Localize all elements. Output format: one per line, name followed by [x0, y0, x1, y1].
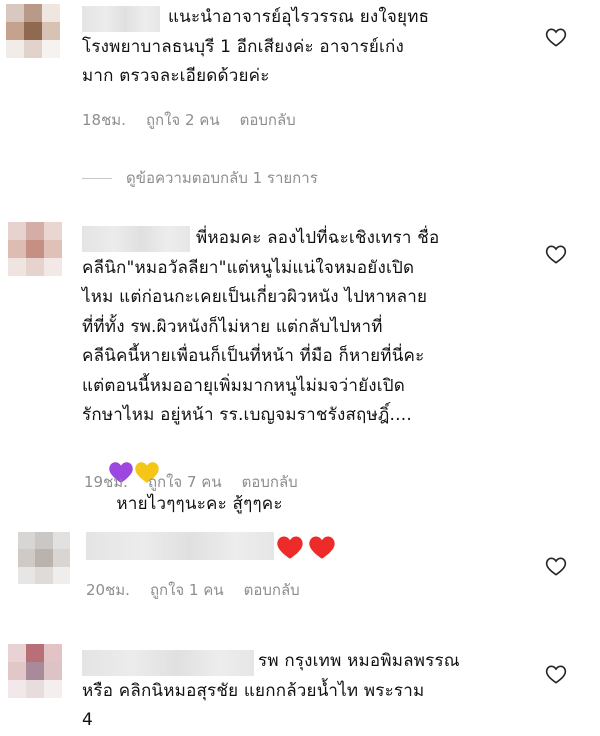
comment-text: พี่หอมคะ ลองไปที่ฉะเชิงเทรา ชื่อ คลีนิก"… — [82, 228, 440, 425]
comment-text: รพ กรุงเทพ หมอพิมลพรรณ หรือ คลิกนิหมอสุร… — [82, 651, 460, 730]
timestamp: 19ชม. — [84, 473, 128, 491]
avatar[interactable] — [8, 222, 62, 276]
reply-button[interactable]: ตอบกลับ — [244, 581, 300, 599]
like-heart-icon[interactable] — [545, 664, 569, 686]
likes-count[interactable]: ถูกใจ 2 คน — [146, 111, 220, 129]
reply-button[interactable]: ตอบกลับ — [240, 111, 296, 129]
reply-button[interactable]: ตอบกลับ — [242, 473, 298, 491]
comment-text-continued: หายไวๆๆนะคะ สู้ๆๆคะ — [116, 494, 283, 514]
likes-count[interactable]: ถูกใจ 7 คน — [148, 473, 222, 491]
comment-emoji-hearts — [276, 534, 336, 560]
red-heart-emoji — [309, 536, 335, 559]
comment-meta: 19ชม. ถูกใจ 7 คน ตอบกลับ — [84, 470, 318, 494]
timestamp: 20ชม. — [86, 581, 130, 599]
username-blurred[interactable] — [86, 532, 274, 560]
like-heart-icon[interactable] — [545, 244, 569, 266]
comment-meta: 20ชม. ถูกใจ 1 คน ตอบกลับ — [86, 578, 320, 602]
divider-line — [82, 177, 112, 179]
avatar[interactable] — [18, 532, 70, 584]
view-replies-button[interactable]: ดูข้อความตอบกลับ 1 รายการ — [82, 166, 318, 190]
comment-meta: 18ชม. ถูกใจ 2 คน ตอบกลับ — [82, 108, 316, 132]
like-heart-icon[interactable] — [545, 27, 569, 49]
red-heart-emoji — [277, 536, 303, 559]
likes-count[interactable]: ถูกใจ 1 คน — [150, 581, 224, 599]
comment-text: แนะนำอาจารย์อุไรวรรณ ยงใจยุทธ โรงพยาบาลธ… — [82, 7, 430, 86]
timestamp: 18ชม. — [82, 111, 126, 129]
view-replies-label: ดูข้อความตอบกลับ 1 รายการ — [126, 169, 318, 187]
avatar[interactable] — [8, 644, 62, 698]
avatar[interactable] — [6, 4, 60, 58]
like-heart-icon[interactable] — [545, 556, 569, 578]
